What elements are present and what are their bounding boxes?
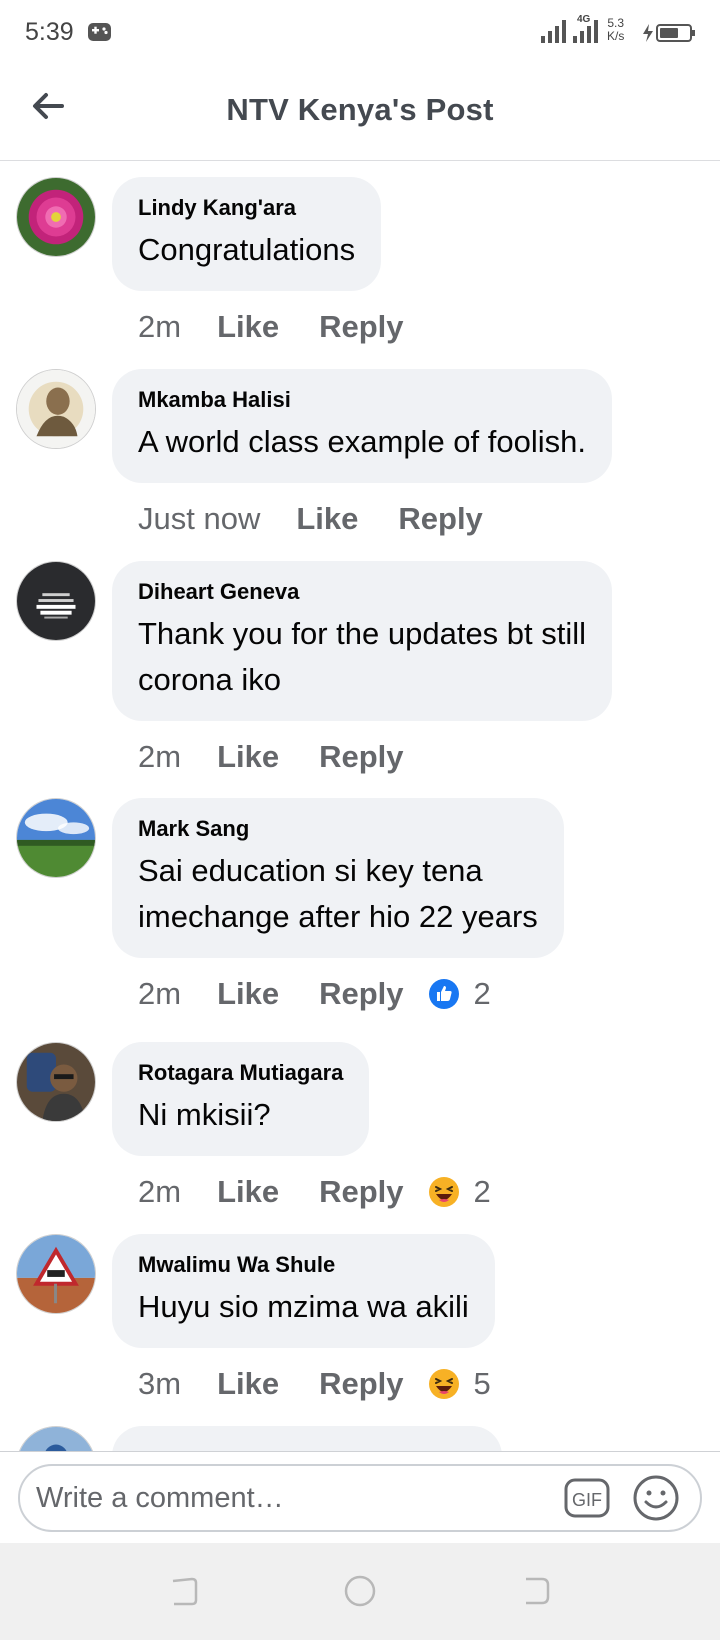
comment-text: Ni mkisii? — [138, 1097, 271, 1132]
text-shirt-avatar-icon — [17, 562, 95, 640]
svg-text:GIF: GIF — [572, 1490, 602, 1510]
like-button[interactable]: Like — [217, 1366, 279, 1402]
comment-time[interactable]: 3m — [138, 1366, 181, 1402]
avatar[interactable] — [16, 798, 96, 878]
comment-text: A world class example of foolish. — [138, 424, 586, 459]
like-button[interactable]: Like — [217, 1174, 279, 1210]
reply-button[interactable]: Reply — [319, 309, 403, 345]
like-button[interactable]: Like — [296, 501, 358, 537]
road-sign-avatar-icon — [17, 1235, 95, 1313]
reply-button[interactable]: Reply — [319, 1366, 403, 1402]
signal-icon — [541, 20, 566, 43]
comment-actions: 3m Like Reply 5 — [138, 1364, 491, 1404]
haha-reaction-icon — [428, 1177, 459, 1207]
avatar[interactable] — [16, 1426, 96, 1451]
page-title: NTV Kenya's Post — [226, 92, 494, 127]
comment-time[interactable]: 2m — [138, 976, 181, 1012]
emoji-icon[interactable] — [632, 1474, 680, 1522]
comment-time[interactable]: Just now — [138, 501, 260, 537]
reaction-summary[interactable]: 2 — [428, 1174, 491, 1210]
recent-apps-icon[interactable] — [166, 1573, 202, 1609]
game-controller-icon — [88, 23, 111, 41]
comment-text: corona iko — [138, 662, 282, 697]
network-type: 4G — [577, 14, 591, 25]
comment-text: imechange after hio 22 years — [138, 899, 538, 934]
comment-actions: Just now Like Reply — [138, 499, 483, 539]
avatar[interactable] — [16, 561, 96, 641]
like-button[interactable]: Like — [217, 739, 279, 775]
network-speed-unit: K/s — [607, 29, 625, 43]
comment-time[interactable]: 2m — [138, 309, 181, 345]
battery-charging-icon — [643, 24, 695, 42]
reply-button[interactable]: Reply — [319, 739, 403, 775]
comment-composer: Write a comment… GIF — [0, 1451, 720, 1543]
comment-actions: 2m Like Reply 2 — [138, 1172, 491, 1212]
person-avatar-icon — [17, 1427, 95, 1451]
gif-icon[interactable]: GIF — [563, 1474, 611, 1522]
reaction-count: 5 — [473, 1366, 491, 1401]
like-reaction-icon — [428, 979, 459, 1009]
avatar[interactable] — [16, 1234, 96, 1314]
network-speed: 5.3 K/s — [607, 17, 624, 43]
comment-bubble[interactable]: Mark Sang Sai education si key tena imec… — [112, 798, 564, 958]
person-avatar-icon — [17, 1043, 95, 1121]
comment-bubble[interactable]: Rotagara Mutiagara Ni mkisii? — [112, 1042, 370, 1156]
comment-bubble[interactable]: Mwalimu Wa Shule Huyu sio mzima wa akili — [112, 1234, 495, 1348]
comment-actions: 2m Like Reply 2 — [138, 974, 491, 1014]
avatar[interactable] — [16, 369, 96, 449]
reply-button[interactable]: Reply — [398, 501, 482, 537]
comment-time[interactable]: 2m — [138, 739, 181, 775]
comment-author[interactable]: Lindy Kang'ara — [138, 195, 355, 221]
comment-actions: 2m Like Reply — [138, 737, 404, 777]
like-button[interactable]: Like — [217, 309, 279, 345]
comment-list[interactable]: Lindy Kang'ara Congratulations 2m Like R… — [0, 161, 720, 1451]
post-header: NTV Kenya's Post — [0, 66, 720, 161]
reply-button[interactable]: Reply — [319, 976, 403, 1012]
reaction-count: 2 — [473, 976, 491, 1011]
comment-time[interactable]: 2m — [138, 1174, 181, 1210]
comment-bubble[interactable] — [112, 1426, 502, 1451]
comment-bubble[interactable]: Diheart Geneva Thank you for the updates… — [112, 561, 613, 721]
comment-author[interactable]: Mkamba Halisi — [138, 387, 586, 413]
haha-reaction-icon — [428, 1369, 459, 1399]
reaction-count: 2 — [473, 1174, 491, 1209]
comment-actions: 2m Like Reply — [138, 307, 404, 347]
reply-button[interactable]: Reply — [319, 1174, 403, 1210]
landscape-avatar-icon — [17, 799, 95, 877]
avatar[interactable] — [16, 177, 96, 257]
comment-author[interactable]: Mwalimu Wa Shule — [138, 1252, 469, 1278]
comment-author[interactable]: Mark Sang — [138, 816, 538, 842]
back-icon[interactable] — [518, 1573, 554, 1609]
status-time: 5:39 — [25, 18, 74, 46]
status-bar: 5:39 4G 5.3 K/s — [0, 0, 720, 66]
comment-text: Thank you for the updates bt still — [138, 616, 587, 651]
flower-avatar-icon — [17, 178, 95, 256]
comment-bubble[interactable]: Mkamba Halisi A world class example of f… — [112, 369, 612, 483]
comment-text: Sai education si key tena — [138, 853, 483, 888]
like-button[interactable]: Like — [217, 976, 279, 1012]
home-icon[interactable] — [342, 1573, 378, 1609]
reaction-summary[interactable]: 2 — [428, 976, 491, 1012]
comment-text: Huyu sio mzima wa akili — [138, 1289, 469, 1324]
comment-author[interactable]: Diheart Geneva — [138, 579, 586, 605]
comment-author[interactable]: Rotagara Mutiagara — [138, 1060, 343, 1086]
comment-bubble[interactable]: Lindy Kang'ara Congratulations — [112, 177, 382, 291]
portrait-sketch-avatar-icon — [17, 370, 95, 448]
reaction-summary[interactable]: 5 — [428, 1366, 491, 1402]
comment-text: Congratulations — [138, 232, 356, 267]
system-nav-bar — [0, 1543, 720, 1640]
avatar[interactable] — [16, 1042, 96, 1122]
